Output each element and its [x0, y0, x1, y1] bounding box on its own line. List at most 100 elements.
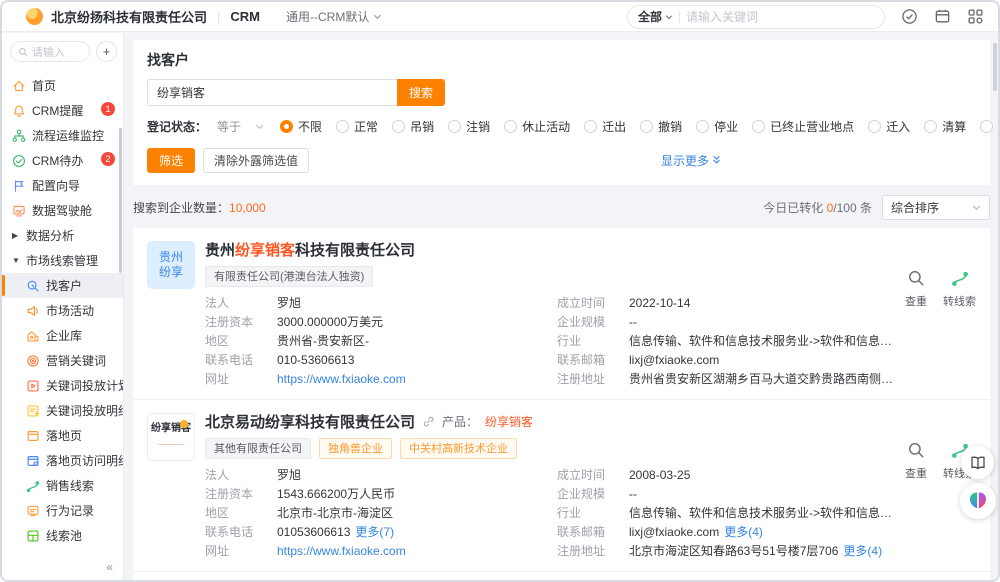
field-row: 联系邮箱 lixj@fxiaoke.com更多(4) — [557, 523, 900, 542]
filter-actions: 筛选 清除外露筛选值 显示更多 — [147, 147, 976, 173]
more-link[interactable]: 更多(4) — [724, 523, 763, 542]
sidebar-item-市场线索管理[interactable]: ▼市场线索管理 — [2, 248, 123, 273]
company-tag: 独角兽企业 — [319, 438, 392, 459]
dedupe-check-button[interactable]: 查重 — [905, 441, 927, 481]
more-link[interactable]: 更多(4) — [843, 542, 882, 561]
field-value[interactable]: https://www.fxiaoke.com — [277, 542, 406, 561]
field-value[interactable]: https://www.fxiaoke.com — [277, 370, 406, 389]
sidebar-item-数据分析[interactable]: ▶数据分析 — [2, 223, 123, 248]
sidebar-item-record[interactable]: 行为记录 — [2, 498, 123, 523]
sidebar-item-label: 线索池 — [46, 527, 82, 544]
sidebar-item-target[interactable]: 营销关键词 — [2, 348, 123, 373]
sidebar-item-label: 首页 — [32, 77, 56, 94]
open-book-icon — [969, 454, 987, 472]
sort-select[interactable]: 综合排序 — [882, 195, 990, 220]
help-book-button[interactable] — [961, 446, 994, 479]
ai-assistant-button[interactable] — [960, 483, 996, 519]
apps-grid-icon[interactable] — [967, 8, 984, 25]
sidebar-item-building[interactable]: 企业库 — [2, 323, 123, 348]
clear-filters-button[interactable]: 清除外露筛选值 — [203, 148, 309, 173]
page-icon — [26, 429, 40, 443]
status-radio-撤销[interactable]: 撤销 — [640, 118, 682, 135]
field-value: 信息传输、软件和信息技术服务业->软件和信息技术服务业 — [629, 504, 900, 523]
field-value: 罗旭 — [277, 294, 301, 313]
sidebar-item-bell[interactable]: CRM提醒1 — [2, 98, 123, 123]
sidebar-nav: 首页 CRM提醒1 流程运维监控 CRM待办2配置向导数据驾驶舱▶数据分析▼市场线索管… — [2, 73, 123, 550]
field-label: 地区 — [205, 332, 277, 351]
sidebar-item-dashboard[interactable]: 数据驾驶舱 — [2, 198, 123, 223]
search-scope-select[interactable]: 全部 — [638, 8, 673, 25]
radio-icon — [280, 120, 293, 133]
status-radio-吊销[interactable]: 吊销 — [392, 118, 434, 135]
external-link-icon[interactable] — [422, 415, 435, 428]
company-search-input[interactable] — [147, 79, 397, 106]
sidebar-item-home[interactable]: 首页 — [2, 73, 123, 98]
sidebar-scrollbar[interactable] — [119, 128, 122, 273]
sidebar-item-pool[interactable]: 线索池 — [2, 523, 123, 548]
filter-operator-select[interactable]: 等于 — [217, 118, 264, 135]
status-radio-停业[interactable]: 停业 — [696, 118, 738, 135]
sidebar-search-input[interactable]: 请输入 — [10, 41, 90, 62]
sidebar-item-客户及商机管理[interactable]: ▶客户及商机管理 — [2, 548, 123, 550]
status-radio-正常[interactable]: 正常 — [336, 118, 378, 135]
radio-icon — [640, 120, 653, 133]
global-search[interactable]: 全部 请输入关键词 — [627, 5, 885, 29]
caret-right-icon: ▶ — [12, 231, 20, 240]
field-row: 注册资本 3000.000000万美元 — [205, 313, 557, 332]
field-value: 北京市海淀区知春路63号51号楼7层706 — [629, 542, 838, 561]
sidebar-item-plan[interactable]: 关键词投放计划 — [2, 373, 123, 398]
bell-icon — [12, 104, 26, 118]
radio-icon — [392, 120, 405, 133]
field-value: lixj@fxiaoke.com — [629, 523, 719, 542]
company-avatar: 贵州纷享 — [147, 241, 195, 289]
more-link[interactable]: 更多(7) — [355, 523, 394, 542]
topbar-divider: | — [217, 9, 220, 24]
field-row: 联系电话 010-53606613 — [205, 351, 557, 370]
field-row: 网址 https://www.fxiaoke.com — [205, 370, 557, 389]
status-radio-清算[interactable]: 清算 — [924, 118, 966, 135]
sidebar-item-magnifier-q[interactable]: 找客户 — [2, 273, 123, 298]
status-radio-不限[interactable]: 不限 — [280, 118, 322, 135]
chevron-down-icon — [255, 122, 264, 131]
dashboard-icon — [12, 204, 26, 218]
field-row: 行业 信息传输、软件和信息技术服务业->软件和信息技术服务业 — [557, 504, 900, 523]
filter-button[interactable]: 筛选 — [147, 148, 195, 173]
field-value: 2022-10-14 — [629, 294, 690, 313]
sidebar-item-speaker[interactable]: 市场活动 — [2, 298, 123, 323]
sidebar-item-tree[interactable]: 流程运维监控 — [2, 123, 123, 148]
status-radio-已终止营业地点[interactable]: 已终止营业地点 — [752, 118, 854, 135]
field-value: lixj@fxiaoke.com — [629, 351, 719, 370]
company-name[interactable]: 北京易动纷享科技有限责任公司 — [205, 411, 415, 432]
field-label: 联系邮箱 — [557, 351, 629, 370]
dedupe-check-button[interactable]: 查重 — [905, 269, 927, 309]
status-radio-休止活动[interactable]: 休止活动 — [504, 118, 570, 135]
field-row: 成立时间 2008-03-25 — [557, 466, 900, 485]
field-row: 行业 信息传输、软件和信息技术服务业->软件和信息技术服务业 — [557, 332, 900, 351]
app-tab-crm[interactable]: CRM — [230, 9, 260, 24]
status-radio-迁入[interactable]: 迁入 — [868, 118, 910, 135]
company-name[interactable]: 贵州纷享销客科技有限责任公司 — [205, 239, 415, 260]
add-button[interactable]: + — [96, 41, 117, 62]
sidebar-item-detail[interactable]: 关键词投放明细 — [2, 398, 123, 423]
show-more-link[interactable]: 显示更多 — [661, 152, 721, 169]
app-window: 北京纷扬科技有限责任公司 | CRM 通用--CRM默认 全部 请输入关键词 — [0, 0, 1000, 582]
sidebar-item-flag[interactable]: 配置向导 — [2, 173, 123, 198]
status-radio-废止[interactable]: 废止 — [980, 118, 998, 135]
sidebar-item-check-circle[interactable]: CRM待办2 — [2, 148, 123, 173]
sidebar-item-label: 企业库 — [46, 327, 82, 344]
search-button[interactable]: 搜索 — [397, 79, 445, 106]
main-scrollbar[interactable] — [993, 43, 997, 91]
field-row: 联系电话 01053606613更多(7) — [205, 523, 557, 542]
sidebar-item-label: 流程运维监控 — [32, 127, 104, 144]
sidebar-item-route[interactable]: 销售线索 — [2, 473, 123, 498]
to-lead-button[interactable]: 转线索 — [943, 269, 976, 309]
field-row: 地区 贵州省-贵安新区- — [205, 332, 557, 351]
workspace-switcher[interactable]: 通用--CRM默认 — [286, 8, 382, 25]
check-circle-icon[interactable] — [901, 8, 918, 25]
sidebar-item-page[interactable]: 落地页 — [2, 423, 123, 448]
sidebar-item-page-visit[interactable]: 落地页访问明细 — [2, 448, 123, 473]
calendar-icon[interactable] — [934, 8, 951, 25]
status-radio-迁出[interactable]: 迁出 — [584, 118, 626, 135]
sidebar-collapse-button[interactable]: « — [106, 560, 113, 574]
status-radio-注销[interactable]: 注销 — [448, 118, 490, 135]
